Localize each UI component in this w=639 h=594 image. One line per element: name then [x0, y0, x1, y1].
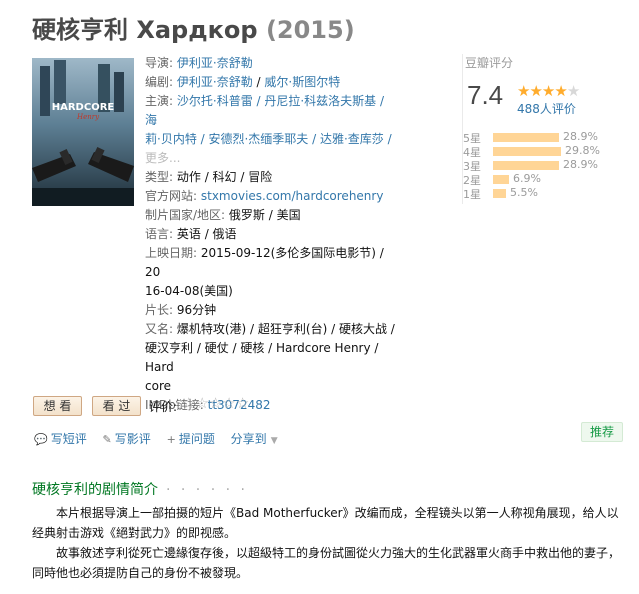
dist-row: 2星 6.9%	[463, 172, 541, 187]
dist-row: 3星 28.9%	[463, 158, 598, 173]
star-empty-icon: ★	[566, 82, 580, 100]
rate-star-icon[interactable]: ☆	[222, 394, 235, 412]
dist-bar	[493, 161, 559, 170]
share-button[interactable]: 分享到 ▼	[231, 430, 278, 447]
synopsis-paragraph: 故事敘述亨利從死亡邊緣復存後，以超級特工的身份試圖從火力強大的生化武器軍火商手中…	[32, 546, 621, 580]
dist-row: 4星 29.8%	[463, 144, 600, 159]
rating-panel: 豆瓣评分 7.4 ★★★★★ 488人评价 5星 28.9% 4星 29.8% …	[462, 54, 622, 204]
dist-bar	[493, 147, 561, 156]
action-bar: 💬 写短评 ✎ 写影评 + 提问题 分享到 ▼	[34, 430, 290, 447]
rating-stars: ★★★★★	[517, 82, 580, 100]
rate-star-icon[interactable]: ☆	[195, 394, 208, 412]
rate-label: 评价:	[149, 400, 178, 414]
rating-score: 7.4	[467, 80, 504, 110]
poster-subtitle: Henry	[76, 113, 100, 121]
pencil-icon: ✎	[102, 433, 112, 446]
synopsis-text: 本片根据导演上一部拍摄的短片《Bad Motherfucker》改编而成，全程镜…	[32, 503, 624, 583]
synopsis-paragraph: 本片根据导演上一部拍摄的短片《Bad Motherfucker》改编而成，全程镜…	[32, 506, 619, 540]
info-cast-more: 更多...	[145, 149, 395, 168]
movie-info: 导演: 伊利亚·奈舒勒 编剧: 伊利亚·奈舒勒 / 威尔·斯图尔特 主演: 沙尔…	[145, 54, 395, 415]
star-icon: ★	[554, 82, 567, 100]
cast-link[interactable]: 莉·贝内特 / 安德烈·杰缅季耶夫 / 达雅·查库莎 /	[145, 132, 392, 146]
rating-votes-link[interactable]: 488人评价	[517, 100, 576, 117]
movie-poster[interactable]: HARDCORE Henry	[32, 58, 134, 206]
rate-stars[interactable]: ☆☆☆☆☆	[182, 394, 249, 412]
info-country: 制片国家/地区: 俄罗斯 / 美国	[145, 208, 301, 222]
info-cast: 主演: 沙尔托·科普雷 / 丹尼拉·科兹洛夫斯基 / 海	[145, 94, 385, 127]
synopsis-heading: 硬核亨利的剧情简介 · · · · · ·	[32, 482, 248, 498]
info-site: 官方网站: stxmovies.com/hardcorehenry	[145, 189, 384, 203]
dist-bar	[493, 133, 559, 142]
writer-link[interactable]: 威尔·斯图尔特	[264, 75, 340, 89]
plus-icon: +	[166, 433, 176, 446]
star-icon: ★	[541, 82, 555, 100]
rate-star-icon[interactable]: ☆	[209, 394, 222, 412]
poster-title: HARDCORE	[52, 102, 115, 113]
rate-star-icon[interactable]: ☆	[236, 394, 249, 412]
writer-link[interactable]: 伊利亚·奈舒勒	[177, 75, 253, 89]
info-genre: 类型: 动作 / 科幻 / 冒险	[145, 170, 273, 184]
info-release-cont: 16-04-08(美国)	[145, 284, 233, 298]
want-to-watch-button[interactable]: 想 看	[33, 396, 82, 416]
dist-bar	[493, 189, 506, 198]
page-title: 硬核亨利 Хардкор (2015)	[32, 10, 355, 45]
info-writers: 编剧: 伊利亚·奈舒勒 / 威尔·斯图尔特	[145, 75, 341, 89]
movie-year: (2015)	[265, 16, 355, 44]
movie-name: 硬核亨利 Хардкор	[32, 16, 258, 44]
info-director: 导演: 伊利亚·奈舒勒	[145, 56, 253, 70]
dist-row: 5星 28.9%	[463, 130, 598, 145]
info-cast-cont: 莉·贝内特 / 安德烈·杰缅季耶夫 / 达雅·查库莎 /	[145, 130, 395, 149]
dist-bar	[493, 175, 509, 184]
write-review-button[interactable]: ✎ 写影评	[103, 430, 151, 447]
info-aka: 又名: 爆机特攻(港) / 超狂亨利(台) / 硬核大战 /	[145, 322, 395, 336]
cast-link[interactable]: 沙尔托·科普雷 / 丹尼拉·科兹洛夫斯基 / 海	[145, 94, 384, 127]
rating-header: 豆瓣评分	[465, 56, 514, 70]
ask-question-button[interactable]: + 提问题	[167, 430, 215, 447]
info-language: 语言: 英语 / 俄语	[145, 227, 237, 241]
director-link[interactable]: 伊利亚·奈舒勒	[177, 56, 253, 70]
info-runtime: 片长: 96分钟	[145, 303, 217, 317]
star-icon: ★	[517, 82, 530, 100]
official-site-link[interactable]: stxmovies.com/hardcorehenry	[201, 189, 384, 203]
write-short-review-button[interactable]: 💬 写短评	[34, 430, 87, 447]
star-icon: ★	[529, 82, 542, 100]
dist-row: 1星 5.5%	[463, 186, 538, 201]
chevron-down-icon: ▼	[270, 436, 278, 446]
comment-icon: 💬	[34, 433, 48, 446]
watched-button[interactable]: 看 过	[92, 396, 141, 416]
recommend-button[interactable]: 推荐	[581, 422, 623, 442]
info-release: 上映日期: 2015-09-12(多伦多国际电影节) / 20	[145, 246, 384, 279]
rating-distribution: 5星 28.9% 4星 29.8% 3星 28.9% 2星 6.9% 1星 5.…	[463, 130, 623, 201]
rate-star-icon[interactable]: ☆	[182, 394, 195, 412]
info-aka-cont: 硬汉亨利 / 硬仗 / 硬核 / Hardcore Henry / Hard	[145, 341, 379, 374]
cast-more-link[interactable]: 更多...	[145, 151, 180, 165]
